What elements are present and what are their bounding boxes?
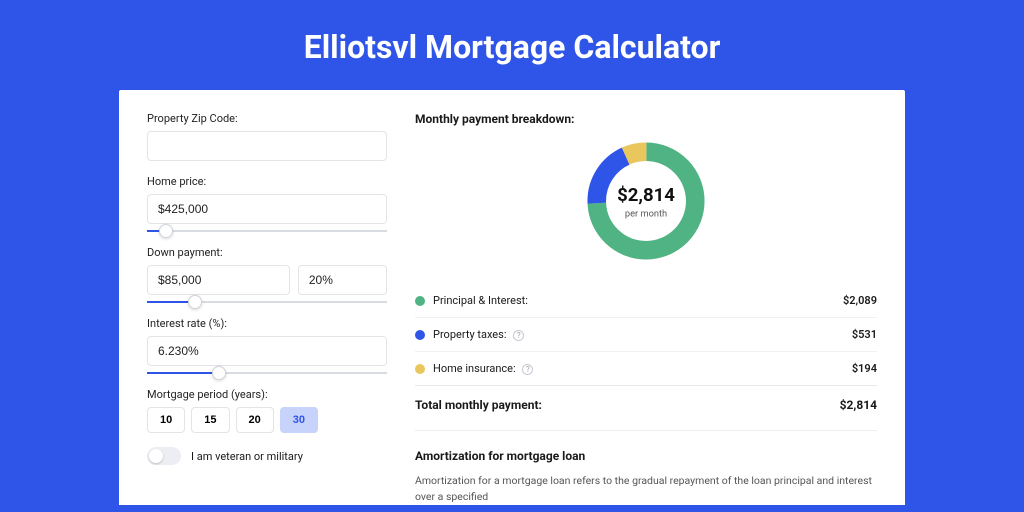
down-payment-label: Down payment: [147, 246, 387, 259]
down-payment-percent-input[interactable] [298, 265, 387, 295]
period-option-30[interactable]: 30 [280, 407, 318, 433]
period-option-15[interactable]: 15 [191, 407, 229, 433]
breakdown-column: Monthly payment breakdown: $2,814 per mo… [415, 112, 877, 505]
down-payment-slider-thumb[interactable] [188, 295, 202, 309]
period-options: 10 15 20 30 [147, 407, 387, 433]
info-icon[interactable]: ? [522, 364, 533, 375]
zip-input[interactable] [147, 131, 387, 161]
legend-row-taxes: Property taxes: ? $531 [415, 317, 877, 351]
legend-row-principal: Principal & Interest: $2,089 [415, 284, 877, 317]
donut-svg: $2,814 per month [581, 136, 711, 266]
donut-chart: $2,814 per month [415, 136, 877, 266]
down-payment-group: Down payment: [147, 246, 387, 303]
donut-center-amount: $2,814 [617, 184, 675, 206]
info-icon[interactable]: ? [513, 330, 524, 341]
home-price-slider[interactable] [147, 230, 387, 232]
legend-value-principal: $2,089 [843, 294, 877, 307]
down-payment-slider[interactable] [147, 301, 387, 303]
veteran-toggle[interactable] [147, 447, 181, 465]
veteran-label: I am veteran or military [191, 450, 303, 463]
home-price-group: Home price: [147, 175, 387, 232]
page-title: Elliotsvl Mortgage Calculator [0, 0, 1024, 90]
donut-center-sub: per month [625, 208, 667, 219]
interest-group: Interest rate (%): [147, 317, 387, 374]
dot-icon [415, 330, 425, 340]
amortization-section: Amortization for mortgage loan Amortizat… [415, 430, 877, 505]
form-column: Property Zip Code: Home price: Down paym… [147, 112, 387, 505]
interest-slider[interactable] [147, 372, 387, 374]
dot-icon [415, 364, 425, 374]
period-label: Mortgage period (years): [147, 388, 387, 401]
total-label: Total monthly payment: [415, 398, 542, 412]
total-value: $2,814 [840, 398, 877, 412]
amortization-text: Amortization for a mortgage loan refers … [415, 473, 877, 505]
interest-label: Interest rate (%): [147, 317, 387, 330]
legend-label-insurance-text: Home insurance: [433, 362, 516, 375]
home-price-slider-thumb[interactable] [159, 224, 173, 238]
interest-input[interactable] [147, 336, 387, 366]
zip-label: Property Zip Code: [147, 112, 387, 125]
interest-slider-thumb[interactable] [212, 366, 226, 380]
period-option-20[interactable]: 20 [236, 407, 274, 433]
dot-icon [415, 296, 425, 306]
calculator-card: Property Zip Code: Home price: Down paym… [119, 90, 905, 505]
period-group: Mortgage period (years): 10 15 20 30 [147, 388, 387, 433]
legend-label-taxes: Property taxes: ? [433, 328, 524, 341]
period-option-10[interactable]: 10 [147, 407, 185, 433]
veteran-row: I am veteran or military [147, 447, 387, 465]
veteran-toggle-knob [149, 449, 163, 463]
legend-value-insurance: $194 [852, 362, 877, 375]
down-payment-amount-input[interactable] [147, 265, 290, 295]
total-row: Total monthly payment: $2,814 [415, 385, 877, 424]
home-price-label: Home price: [147, 175, 387, 188]
interest-slider-fill [147, 372, 219, 374]
legend-label-insurance: Home insurance: ? [433, 362, 533, 375]
amortization-title: Amortization for mortgage loan [415, 449, 877, 463]
home-price-input[interactable] [147, 194, 387, 224]
breakdown-title: Monthly payment breakdown: [415, 112, 877, 126]
legend-value-taxes: $531 [852, 328, 877, 341]
legend-row-insurance: Home insurance: ? $194 [415, 351, 877, 385]
legend-label-principal: Principal & Interest: [433, 294, 528, 307]
zip-group: Property Zip Code: [147, 112, 387, 161]
legend-label-taxes-text: Property taxes: [433, 328, 506, 341]
